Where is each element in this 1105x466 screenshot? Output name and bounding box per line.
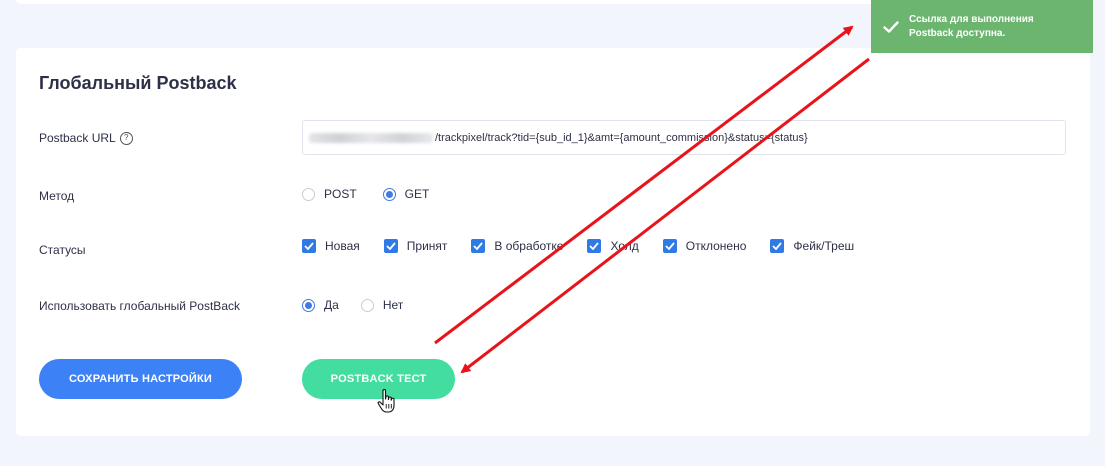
- status-option-rejected[interactable]: Отклонено: [662, 239, 747, 253]
- no-radio[interactable]: [360, 298, 374, 312]
- help-icon[interactable]: ?: [119, 131, 133, 145]
- postback-url-label-row: Postback URL ?: [39, 131, 133, 145]
- checkmark-icon: [386, 242, 396, 250]
- checkmark-icon: [473, 242, 484, 250]
- status-option-new[interactable]: Новая: [302, 239, 360, 253]
- method-option-post[interactable]: POST: [302, 187, 357, 201]
- global-postback-card: Глобальный Postback Postback URL ? /trac…: [16, 48, 1090, 436]
- rejected-checkbox[interactable]: [662, 239, 677, 253]
- section-title: Глобальный Postback: [39, 73, 237, 93]
- save-settings-button[interactable]: СОХРАНИТЬ НАСТРОЙКИ: [39, 359, 242, 399]
- use-global-options: Да Нет: [302, 298, 403, 312]
- new-checkbox[interactable]: [302, 239, 316, 253]
- hold-checkbox[interactable]: [587, 239, 602, 253]
- yes-radio[interactable]: [302, 298, 315, 312]
- processing-checkbox[interactable]: [471, 239, 486, 253]
- processing-label: В обработке: [494, 239, 564, 253]
- checkmark-icon: [665, 242, 675, 250]
- hand-pointer-icon: [377, 389, 395, 413]
- status-option-hold[interactable]: Холд: [587, 239, 639, 253]
- check-icon: [883, 20, 899, 33]
- postback-url-value: /trackpixel/track?tid={sub_id_1}&amt={am…: [435, 131, 808, 144]
- postback-url-label: Postback URL: [39, 131, 116, 145]
- statuses-label: Статусы: [39, 243, 86, 257]
- checkmark-icon: [772, 242, 783, 250]
- rejected-label: Отклонено: [685, 239, 747, 253]
- get-radio[interactable]: [382, 187, 396, 201]
- postback-url-input[interactable]: /trackpixel/track?tid={sub_id_1}&amt={am…: [302, 120, 1066, 155]
- new-label: Новая: [325, 239, 360, 253]
- no-label: Нет: [382, 298, 404, 312]
- blurred-domain: [309, 132, 433, 143]
- checkmark-icon: [304, 242, 314, 250]
- accepted-checkbox[interactable]: [383, 239, 398, 253]
- checkmark-icon: [589, 242, 600, 250]
- success-toast: Ссылка для выполнения Postback доступна.: [871, 0, 1093, 53]
- get-label: GET: [404, 187, 430, 201]
- post-label: POST: [324, 187, 357, 201]
- use-global-label: Использовать глобальный PostBack: [39, 299, 240, 313]
- hold-label: Холд: [610, 239, 639, 253]
- use-global-option-yes[interactable]: Да: [302, 298, 339, 312]
- use-global-option-no[interactable]: Нет: [360, 298, 404, 312]
- toast-message: Ссылка для выполнения Postback доступна.: [909, 13, 1034, 39]
- yes-label: Да: [324, 298, 339, 312]
- fake-label: Фейк/Треш: [793, 239, 855, 253]
- post-radio[interactable]: [302, 187, 315, 201]
- statuses-options: Новая Принят В обработке Холд Отклонено: [302, 239, 854, 253]
- method-option-get[interactable]: GET: [382, 187, 430, 201]
- status-option-fake[interactable]: Фейк/Треш: [770, 239, 854, 253]
- method-label: Метод: [39, 189, 75, 203]
- status-option-processing[interactable]: В обработке: [471, 239, 563, 253]
- fake-checkbox[interactable]: [770, 239, 785, 253]
- status-option-accepted[interactable]: Принят: [383, 239, 448, 253]
- accepted-label: Принят: [406, 239, 448, 253]
- method-options: POST GET: [302, 187, 429, 201]
